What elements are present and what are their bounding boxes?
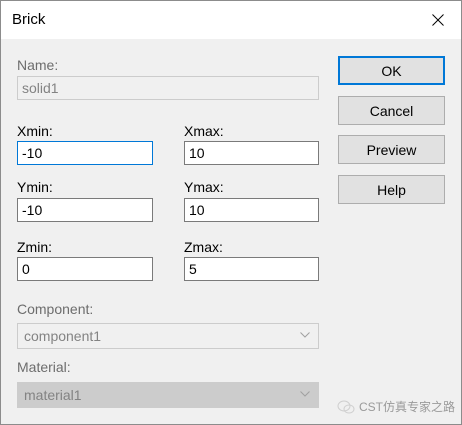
- title-bar: Brick: [1, 1, 461, 39]
- help-button[interactable]: Help: [338, 175, 445, 204]
- watermark-text: CST仿真专家之路: [359, 400, 456, 414]
- name-field: solid1: [17, 76, 319, 100]
- preview-button[interactable]: Preview: [338, 135, 445, 164]
- material-select: material1: [17, 382, 319, 408]
- zmax-field[interactable]: 5: [184, 257, 319, 281]
- brick-dialog: Brick Name: solid1 Xmin: -10 Xmax: 10 Ym…: [0, 0, 462, 425]
- component-label: Component:: [17, 301, 94, 317]
- wechat-icon: [337, 400, 355, 413]
- ok-button[interactable]: OK: [338, 56, 445, 85]
- material-value: material1: [24, 387, 82, 403]
- ymax-field[interactable]: 10: [184, 198, 319, 222]
- cancel-button[interactable]: Cancel: [338, 96, 445, 125]
- name-label: Name:: [17, 57, 59, 73]
- close-button[interactable]: [415, 1, 461, 39]
- zmin-field[interactable]: 0: [17, 257, 153, 281]
- close-icon: [432, 14, 444, 26]
- ymax-label: Ymax:: [184, 179, 224, 195]
- ymin-label: Ymin:: [17, 179, 53, 195]
- xmax-label: Xmax:: [184, 123, 224, 139]
- xmin-field[interactable]: -10: [17, 141, 153, 165]
- xmax-field[interactable]: 10: [184, 141, 319, 165]
- material-label: Material:: [17, 359, 71, 375]
- component-select: component1: [17, 323, 319, 349]
- component-value: component1: [24, 328, 102, 344]
- ymin-field[interactable]: -10: [17, 198, 153, 222]
- zmax-label: Zmax:: [184, 239, 223, 255]
- chevron-down-icon: [300, 391, 310, 397]
- xmin-label: Xmin:: [17, 123, 53, 139]
- chevron-down-icon: [300, 332, 310, 338]
- zmin-label: Zmin:: [17, 239, 52, 255]
- window-title: Brick: [12, 11, 46, 28]
- watermark: CST仿真专家之路: [337, 398, 455, 415]
